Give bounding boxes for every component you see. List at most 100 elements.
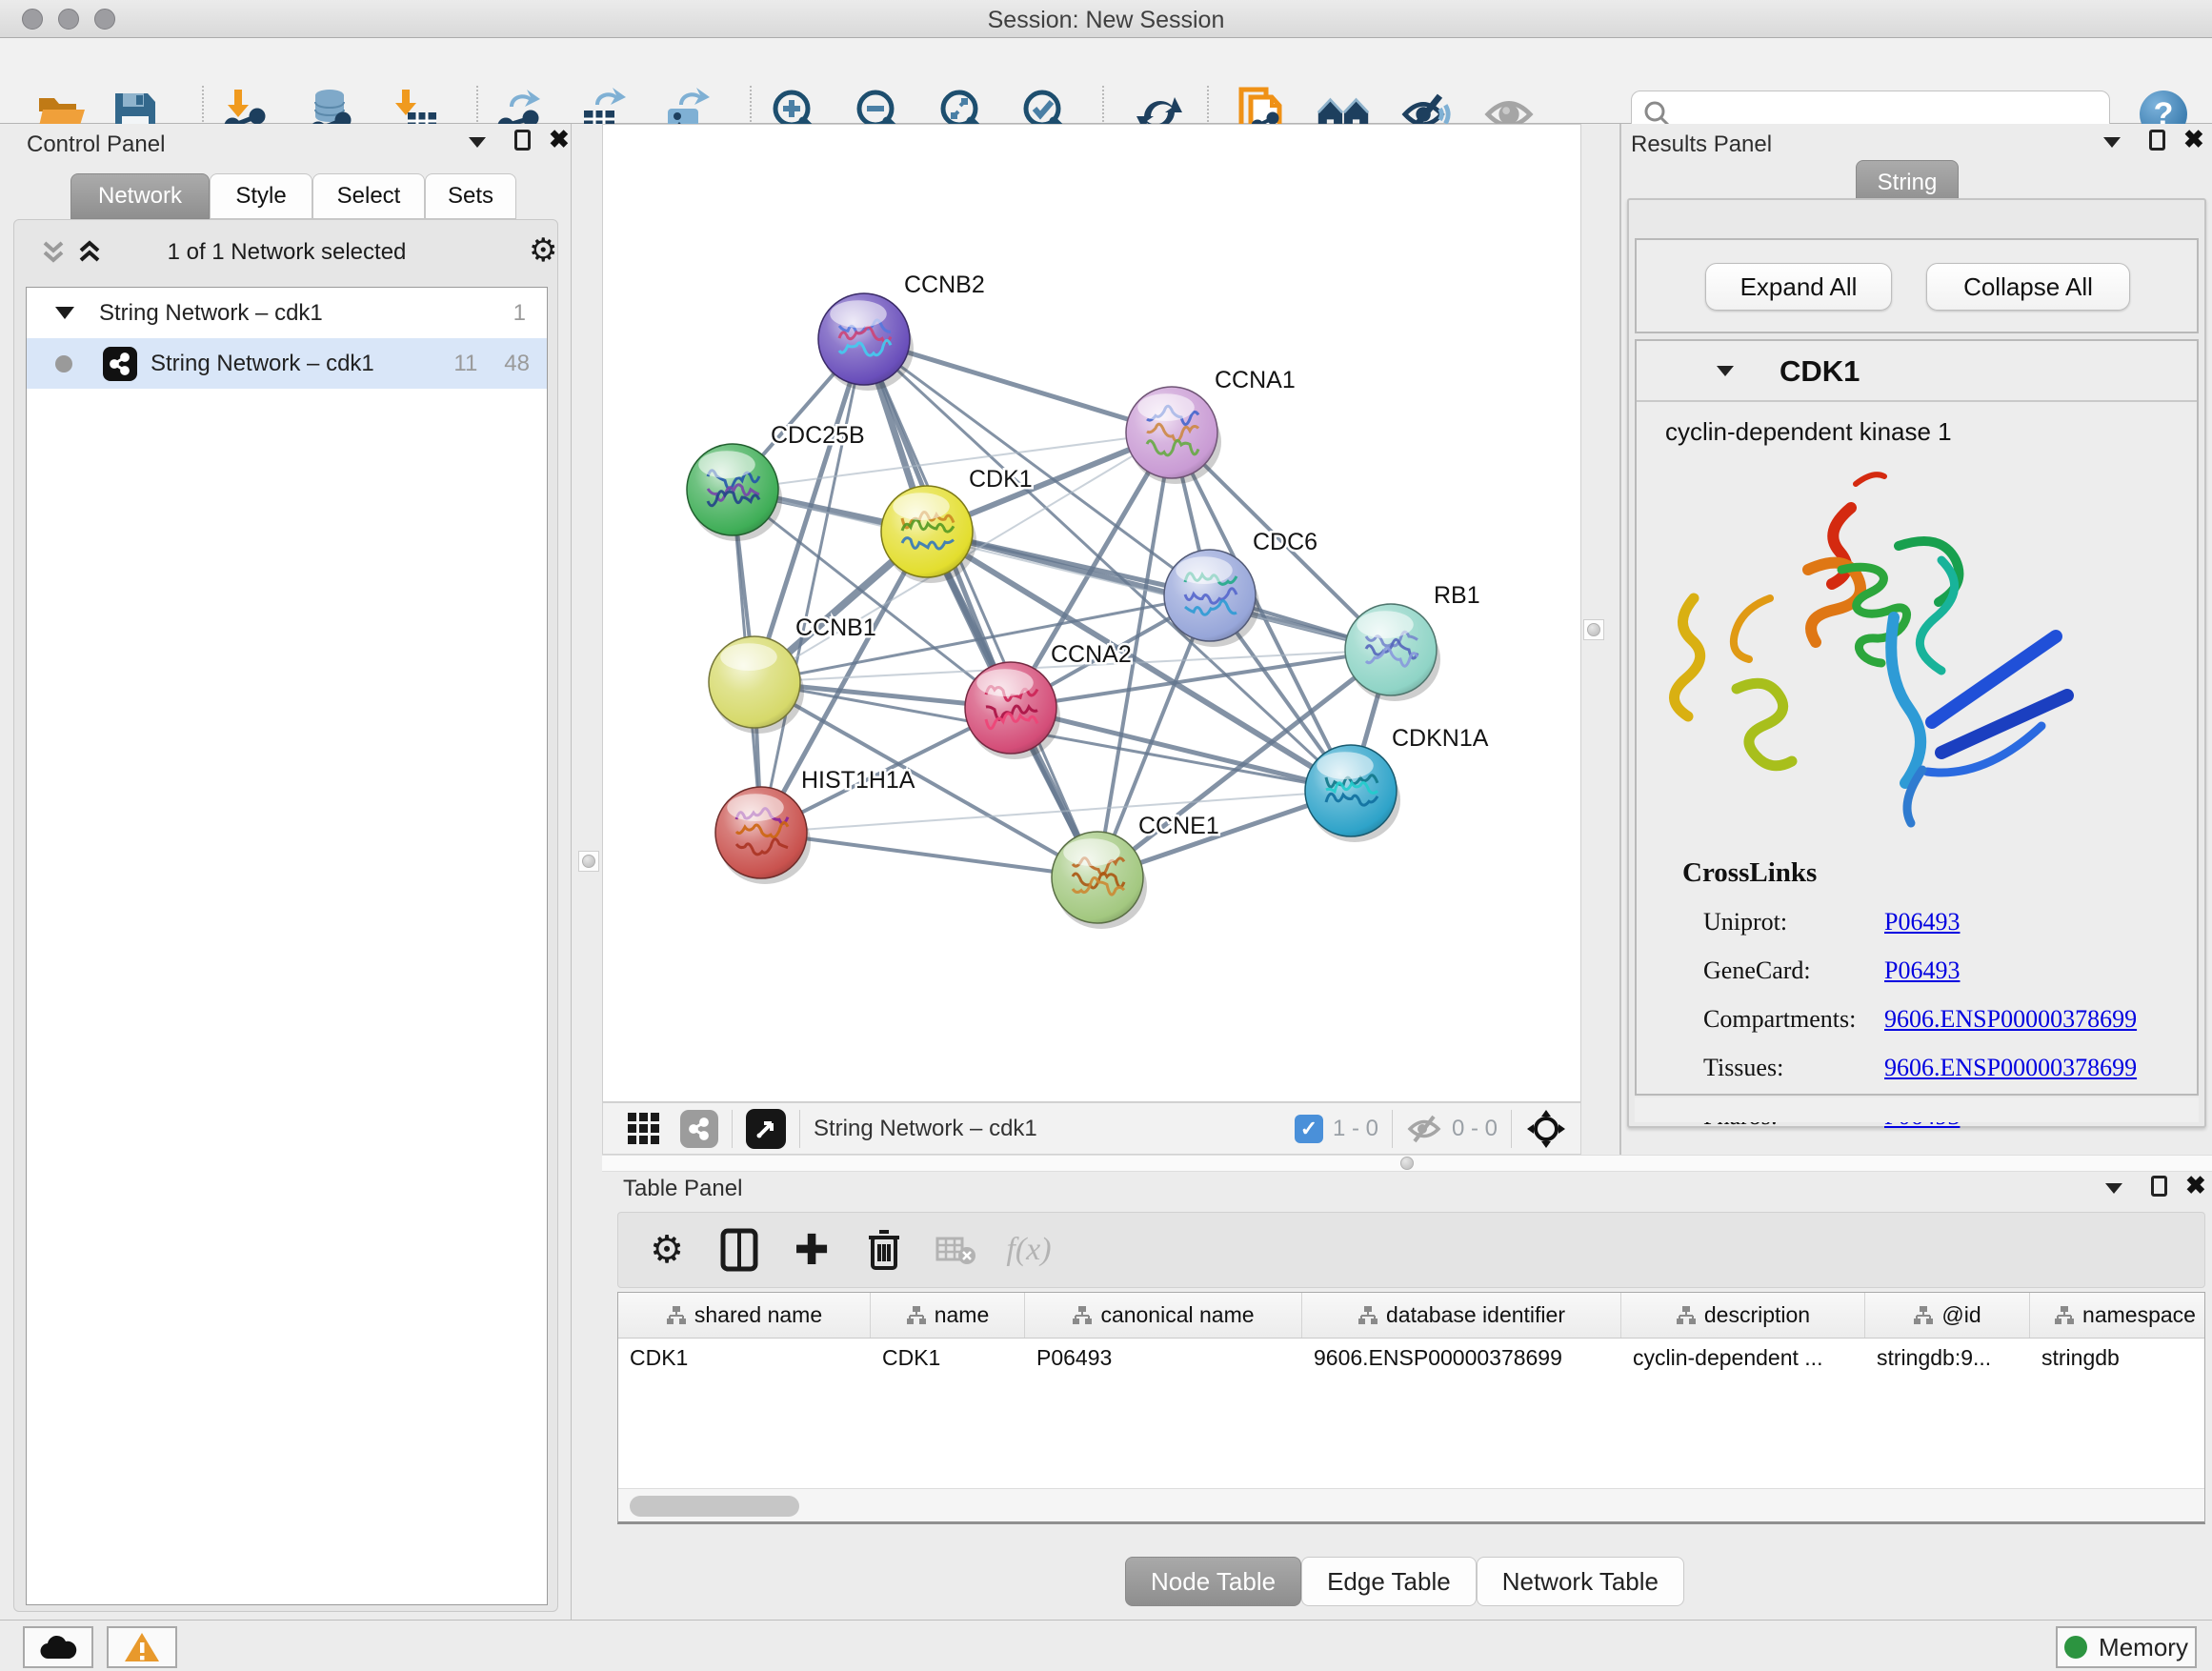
selected-indicator-checkbox[interactable]: ✓ [1295,1115,1323,1143]
protein-section-expanded-icon[interactable] [1717,366,1734,376]
table-cell[interactable]: P06493 [1025,1339,1302,1377]
crosslink-label: Uniprot: [1703,908,1884,936]
table-cell[interactable]: 9606.ENSP00000378699 [1302,1339,1621,1377]
tab-edge-table[interactable]: Edge Table [1301,1557,1477,1606]
horizontal-splitter[interactable] [602,1155,2212,1172]
table-horizontal-scrollbar[interactable] [618,1488,2204,1522]
string-view-icon[interactable] [680,1110,718,1148]
network-list: String Network – cdk1 1 String Network –… [26,287,548,1605]
column-header-label: @id [1941,1302,1981,1328]
network-tab-content: 1 of 1 Network selected ⚙ String Network… [13,219,558,1612]
collection-expanded-icon[interactable] [55,307,74,319]
left-splitter-handle[interactable] [578,851,599,872]
table-panel-menu-icon[interactable] [2105,1183,2122,1194]
results-scroll-strip[interactable] [1635,1097,2199,1122]
network-edge[interactable] [864,339,1097,877]
column-header-label: namespace [2082,1302,2196,1328]
table-panel-title: Table Panel [623,1176,742,1202]
collection-label: String Network – cdk1 [99,300,323,327]
hidden-counts: 0 - 0 [1452,1116,1498,1142]
table-options-gear-icon[interactable]: ⚙ [643,1226,691,1274]
tab-style[interactable]: Style [210,173,312,219]
horizontal-splitter-handle[interactable] [1400,1157,1414,1170]
table-row[interactable]: CDK1CDK1P064939606.ENSP00000378699cyclin… [618,1339,2204,1377]
tab-network-table[interactable]: Network Table [1477,1557,1684,1606]
selected-counts: 1 - 0 [1333,1116,1378,1142]
crosslink-value-link[interactable]: 9606.ENSP00000378699 [1884,1005,2137,1034]
crosslink-value-link[interactable]: P06493 [1884,956,1960,985]
table-cell[interactable]: stringdb [2030,1339,2205,1377]
network-node-CCNB2[interactable]: CCNB2 [818,272,985,391]
column-tree-icon [1913,1305,1934,1326]
net-toolbar-divider [1511,1110,1512,1148]
delete-column-icon[interactable] [860,1226,908,1274]
column-header-name[interactable]: name [871,1293,1025,1338]
table-scrollbar-thumb[interactable] [630,1496,799,1517]
birds-eye-view-icon[interactable] [746,1109,786,1149]
table-tabs: Node Table Edge Table Network Table [1125,1557,1684,1606]
network-status-dot-icon [55,355,72,372]
node-table[interactable]: shared namenamecanonical name database id… [617,1292,2205,1524]
control-panel-close-icon[interactable]: ✖ [549,129,570,150]
table-cell[interactable]: stringdb:9... [1865,1339,2030,1377]
network-row-selected[interactable]: String Network – cdk1 11 48 [27,338,547,389]
protein-section-header[interactable]: CDK1 [1637,341,2197,402]
column-header-label: database identifier [1386,1302,1565,1328]
crosslink-value-link[interactable]: P06493 [1884,908,1960,936]
cloud-status-button[interactable] [23,1626,93,1668]
memory-button[interactable]: Memory [2056,1626,2197,1668]
control-panel-menu-icon[interactable] [469,137,486,148]
grid-view-icon[interactable] [628,1113,659,1144]
results-panel-close-icon[interactable]: ✖ [2183,129,2204,150]
collection-count: 1 [513,300,526,327]
network-node-CDK1[interactable]: CDK1 [881,466,1033,583]
crosslinks-title: CrossLinks [1682,857,1817,889]
results-panel-menu-icon[interactable] [2103,137,2121,148]
network-options-gear-icon[interactable]: ⚙ [529,232,557,270]
create-column-icon[interactable]: ✚ [788,1226,835,1274]
table-cell[interactable]: cyclin-dependent ... [1621,1339,1865,1377]
table-cell[interactable]: CDK1 [618,1339,871,1377]
network-node-CCNA1[interactable]: CCNA1 [1126,367,1296,484]
left-splitter[interactable] [572,124,602,1620]
tab-select[interactable]: Select [312,173,425,219]
right-splitter-handle[interactable] [1583,619,1604,640]
network-node-HIST1H1A[interactable]: HIST1H1A [715,767,915,884]
results-panel-float-icon[interactable] [2149,130,2165,151]
network-edge[interactable] [761,339,864,833]
network-canvas[interactable]: CCNB2CCNA1CDC25BCDK1CDC6RB1CCNB1CCNA2CDK… [602,124,1581,1102]
crosslink-value-link[interactable]: 9606.ENSP00000378699 [1884,1054,2137,1082]
network-node-CDKN1A[interactable]: CDKN1A [1305,725,1489,842]
control-panel: Control Panel ✖ Network Style Select Set… [0,124,572,1620]
tab-network[interactable]: Network [70,173,210,219]
column-header-namespace[interactable]: namespace [2030,1293,2205,1338]
fit-selected-crosshair-icon[interactable] [1525,1108,1567,1150]
column-header-shared-name[interactable]: shared name [618,1293,871,1338]
tab-node-table[interactable]: Node Table [1125,1557,1301,1606]
node-label: CCNB1 [795,614,876,641]
network-collection-row[interactable]: String Network – cdk1 1 [27,288,547,338]
expand-all-button[interactable]: Expand All [1705,263,1892,311]
network-node-RB1[interactable]: RB1 [1345,582,1480,701]
network-graph[interactable]: CCNB2CCNA1CDC25BCDK1CDC6RB1CCNB1CCNA2CDK… [603,125,1580,1101]
show-columns-icon[interactable] [715,1226,763,1274]
warnings-button[interactable] [107,1626,177,1668]
node-label: RB1 [1434,582,1480,609]
column-header-database-identifier[interactable]: database identifier [1302,1293,1621,1338]
memory-label: Memory [2099,1633,2188,1662]
network-edge[interactable] [761,833,1097,877]
status-bar: Memory [0,1620,2212,1671]
column-header-description[interactable]: description [1621,1293,1865,1338]
right-splitter[interactable] [1581,124,1621,1155]
table-cell[interactable]: CDK1 [871,1339,1025,1377]
hidden-eye-icon[interactable] [1406,1113,1442,1145]
column-header-canonical-name[interactable]: canonical name [1025,1293,1302,1338]
collapse-all-button[interactable]: Collapse All [1926,263,2130,311]
table-header-row: shared namenamecanonical name database id… [618,1293,2204,1339]
tab-sets[interactable]: Sets [425,173,516,219]
column-header--id[interactable]: @id [1865,1293,2030,1338]
table-panel-float-icon[interactable] [2151,1176,2167,1197]
network-node-CDC6[interactable]: CDC6 [1164,529,1317,647]
control-panel-float-icon[interactable] [514,130,531,151]
table-panel-close-icon[interactable]: ✖ [2185,1175,2206,1196]
